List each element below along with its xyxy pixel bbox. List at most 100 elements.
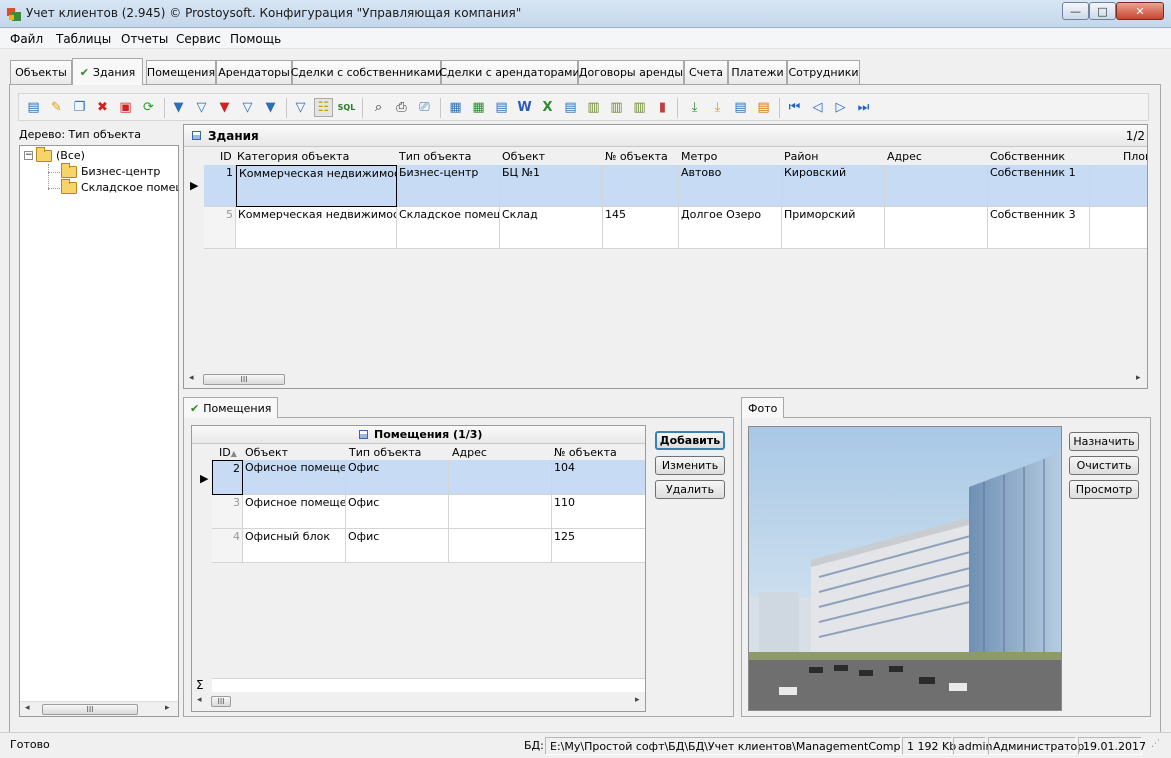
tab-photo[interactable]: Фото — [741, 397, 785, 418]
export-word-icon[interactable]: ▦ — [446, 98, 465, 117]
column-header-address[interactable]: Адрес — [452, 446, 487, 459]
column-header-address[interactable]: Адрес — [887, 150, 922, 163]
column-header-object[interactable]: Объект — [502, 150, 545, 163]
table-cell[interactable]: Приморский — [782, 207, 885, 249]
table-cell[interactable]: 1 — [204, 165, 236, 207]
column-header-category[interactable]: Категория объекта — [237, 150, 349, 163]
export-excel2-icon[interactable]: X — [538, 98, 557, 117]
chart-icon[interactable]: ▮ — [653, 98, 672, 117]
filter-apply-icon[interactable]: ▼ — [261, 98, 280, 117]
clear-photo-button[interactable]: Очистить — [1069, 456, 1139, 475]
scroll-left-icon[interactable]: ◂ — [25, 703, 30, 713]
delete-button[interactable]: Удалить — [655, 480, 725, 499]
print-icon[interactable]: ⎙ — [392, 98, 411, 117]
filter-icon[interactable]: ▼ — [169, 98, 188, 117]
table-cell[interactable]: Собственник 1 — [988, 165, 1090, 207]
filter-remove-icon[interactable]: ▽ — [192, 98, 211, 117]
export-sql-icon[interactable]: ▥ — [630, 98, 649, 117]
column-header-district[interactable]: Район — [784, 150, 818, 163]
table-cell[interactable]: Офис — [346, 460, 449, 495]
import4-icon[interactable]: ▤ — [754, 98, 773, 117]
table-cell[interactable]: Коммерческая недвижимость — [236, 207, 397, 249]
table-cell[interactable]: Бизнес-центр — [397, 165, 500, 207]
table-cell[interactable]: Собственник 3 — [988, 207, 1090, 249]
minimize-button[interactable]: — — [1062, 2, 1089, 20]
next-record-icon[interactable]: ▷ — [831, 98, 850, 117]
table-cell[interactable] — [1090, 165, 1147, 207]
menu-help[interactable]: Помощь — [230, 32, 281, 46]
table-cell[interactable]: Офис — [346, 529, 449, 563]
table-cell[interactable]: Автово — [679, 165, 782, 207]
column-header-area[interactable]: Площ — [1123, 150, 1147, 163]
table-cell[interactable]: Коммерческая недвижимость — [236, 165, 397, 207]
filter-clear-icon[interactable]: ▼ — [215, 98, 234, 117]
maximize-button[interactable]: □ — [1089, 2, 1116, 20]
menu-tables[interactable]: Таблицы — [56, 32, 111, 46]
export-txt-icon[interactable]: ▥ — [584, 98, 603, 117]
refresh-icon[interactable]: ⟳ — [139, 98, 158, 117]
tab-invoices[interactable]: Счета — [684, 60, 728, 84]
table-cell[interactable]: Офисное помещение — [243, 495, 346, 529]
scroll-thumb[interactable]: III — [42, 704, 138, 715]
tree-view-icon[interactable]: ☷ — [314, 98, 333, 117]
menu-service[interactable]: Сервис — [176, 32, 221, 46]
import2-icon[interactable]: ⤓ — [708, 98, 727, 117]
close-button[interactable]: ✕ — [1116, 2, 1164, 20]
buildings-horizontal-scrollbar[interactable]: ◂ III ▸ — [185, 372, 1147, 387]
column-header-type[interactable]: Тип объекта — [399, 150, 471, 163]
preview-icon[interactable]: ⎚ — [415, 98, 434, 117]
add-button[interactable]: Добавить — [655, 431, 725, 450]
collapse-icon[interactable]: − — [24, 151, 33, 160]
tab-tenant-deals[interactable]: Сделки с арендаторами — [439, 60, 580, 84]
scroll-right-icon[interactable]: ▸ — [1136, 373, 1141, 383]
table-cell[interactable]: Долгое Озеро — [679, 207, 782, 249]
table-cell[interactable]: Кировский — [782, 165, 885, 207]
table-cell[interactable]: 5 — [204, 207, 236, 249]
table-cell[interactable]: Склад — [500, 207, 603, 249]
table-cell[interactable]: 145 — [603, 207, 679, 249]
table-cell[interactable]: 104 — [552, 460, 645, 495]
tab-lease-contracts[interactable]: Договоры аренды — [578, 60, 684, 84]
import1-icon[interactable]: ⤓ — [685, 98, 704, 117]
table-cell[interactable] — [449, 460, 552, 495]
scroll-right-icon[interactable]: ▸ — [635, 695, 640, 705]
binoculars-icon[interactable]: ⌕ — [369, 98, 388, 117]
tree-node-root[interactable]: − (Все) — [24, 146, 85, 162]
column-header-id[interactable]: ID▲ — [219, 446, 237, 459]
column-header-type[interactable]: Тип объекта — [349, 446, 421, 459]
table-cell[interactable]: БЦ №1 — [500, 165, 603, 207]
table-cell[interactable]: Офисное помещение — [243, 460, 346, 495]
column-header-object[interactable]: Объект — [245, 446, 288, 459]
table-cell[interactable] — [449, 529, 552, 563]
table-cell[interactable]: 110 — [552, 495, 645, 529]
scroll-right-icon[interactable]: ▸ — [165, 703, 170, 713]
column-header-metro[interactable]: Метро — [681, 150, 717, 163]
table-cell[interactable]: 125 — [552, 529, 645, 563]
tab-objects[interactable]: Объекты — [10, 60, 72, 84]
filter-edit-icon[interactable]: ▽ — [238, 98, 257, 117]
assign-photo-button[interactable]: Назначить — [1069, 432, 1139, 451]
export-word2-icon[interactable]: W — [515, 98, 534, 117]
table-cell[interactable] — [885, 207, 988, 249]
tab-rooms[interactable]: Помещения — [146, 60, 216, 84]
tree-node-warehouse[interactable]: Складское помещение — [61, 178, 178, 194]
table-cell[interactable]: Складское помещение — [397, 207, 500, 249]
table-cell[interactable]: Офис — [346, 495, 449, 529]
table-cell[interactable]: Офисный блок — [243, 529, 346, 563]
export-html-icon[interactable]: ▤ — [492, 98, 511, 117]
export-excel-icon[interactable]: ▦ — [469, 98, 488, 117]
last-record-icon[interactable]: ⏭ — [854, 98, 873, 117]
find-filter-icon[interactable]: ▽ — [291, 98, 310, 117]
prev-record-icon[interactable]: ◁ — [808, 98, 827, 117]
menu-reports[interactable]: Отчеты — [121, 32, 168, 46]
column-header-object-no[interactable]: № объекта — [554, 446, 617, 459]
tab-owner-deals[interactable]: Сделки с собственниками — [291, 60, 442, 84]
tab-rooms-sub[interactable]: ✔ Помещения — [183, 397, 279, 418]
edit-pencil-icon[interactable]: ✎ — [47, 98, 66, 117]
table-cell[interactable] — [603, 165, 679, 207]
scroll-thumb[interactable]: III — [211, 696, 231, 707]
tab-employees[interactable]: Сотрудники — [787, 60, 860, 84]
column-header-id[interactable]: ID — [220, 150, 232, 163]
scroll-left-icon[interactable]: ◂ — [197, 695, 202, 705]
delete-icon[interactable]: ✖ — [93, 98, 112, 117]
